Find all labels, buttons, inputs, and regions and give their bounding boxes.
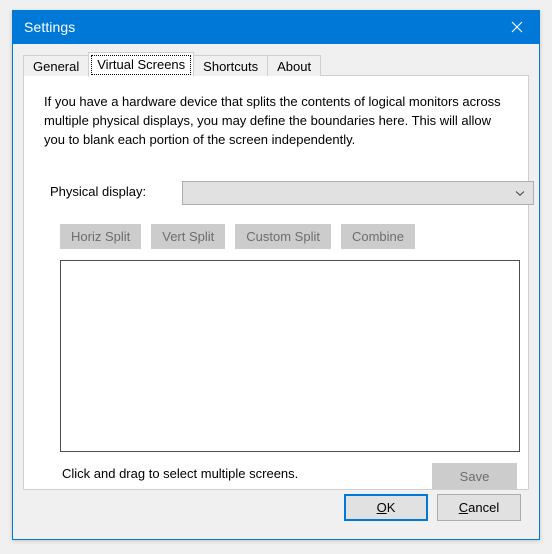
- vert-split-button[interactable]: Vert Split: [151, 224, 226, 249]
- tab-shortcuts[interactable]: Shortcuts: [193, 55, 269, 76]
- virtual-screens-canvas[interactable]: [60, 260, 520, 452]
- window-titlebar: Settings: [12, 10, 540, 44]
- cancel-button[interactable]: Cancel: [437, 494, 521, 521]
- horiz-split-button[interactable]: Horiz Split: [60, 224, 142, 249]
- cancel-mnemonic: C: [458, 500, 469, 515]
- tab-strip: General Virtual Screens Shortcuts About: [23, 52, 529, 77]
- combine-button[interactable]: Combine: [340, 224, 416, 249]
- ok-button-label: OK: [377, 500, 396, 515]
- custom-split-button[interactable]: Custom Split: [235, 224, 331, 249]
- tab-label: Virtual Screens: [97, 57, 186, 72]
- tab-about[interactable]: About: [267, 55, 322, 76]
- tab-virtual-screens[interactable]: Virtual Screens: [88, 52, 195, 77]
- ok-button[interactable]: OK: [344, 494, 428, 521]
- tab-label: About: [277, 59, 312, 74]
- tab-panel-virtual-screens: If you have a hardware device that split…: [23, 75, 534, 490]
- tab-label: General: [33, 59, 80, 74]
- split-button-group: Horiz Split Vert Split Custom Split Comb…: [60, 224, 416, 249]
- physical-display-select[interactable]: [182, 181, 534, 205]
- physical-display-row: Physical display:: [44, 181, 534, 205]
- ok-rest: K: [386, 500, 396, 515]
- chevron-down-icon: [515, 191, 525, 196]
- close-icon: [511, 21, 523, 33]
- window-title: Settings: [24, 19, 76, 35]
- panel-description: If you have a hardware device that split…: [44, 94, 501, 147]
- canvas-hint-text: Click and drag to select multiple screen…: [62, 466, 299, 481]
- tab-general[interactable]: General: [23, 55, 90, 76]
- save-button[interactable]: Save: [432, 463, 517, 489]
- physical-display-label: Physical display:: [50, 184, 147, 199]
- dialog-footer: OK Cancel: [344, 494, 521, 521]
- cancel-rest: ancel: [468, 500, 500, 515]
- close-button[interactable]: [494, 10, 540, 44]
- ok-mnemonic: O: [376, 500, 387, 515]
- settings-window: Settings General Virtual Screens Shortcu…: [12, 10, 540, 540]
- tab-control: General Virtual Screens Shortcuts About …: [23, 52, 534, 490]
- tab-label: Shortcuts: [203, 59, 259, 74]
- cancel-button-label: Cancel: [459, 500, 499, 515]
